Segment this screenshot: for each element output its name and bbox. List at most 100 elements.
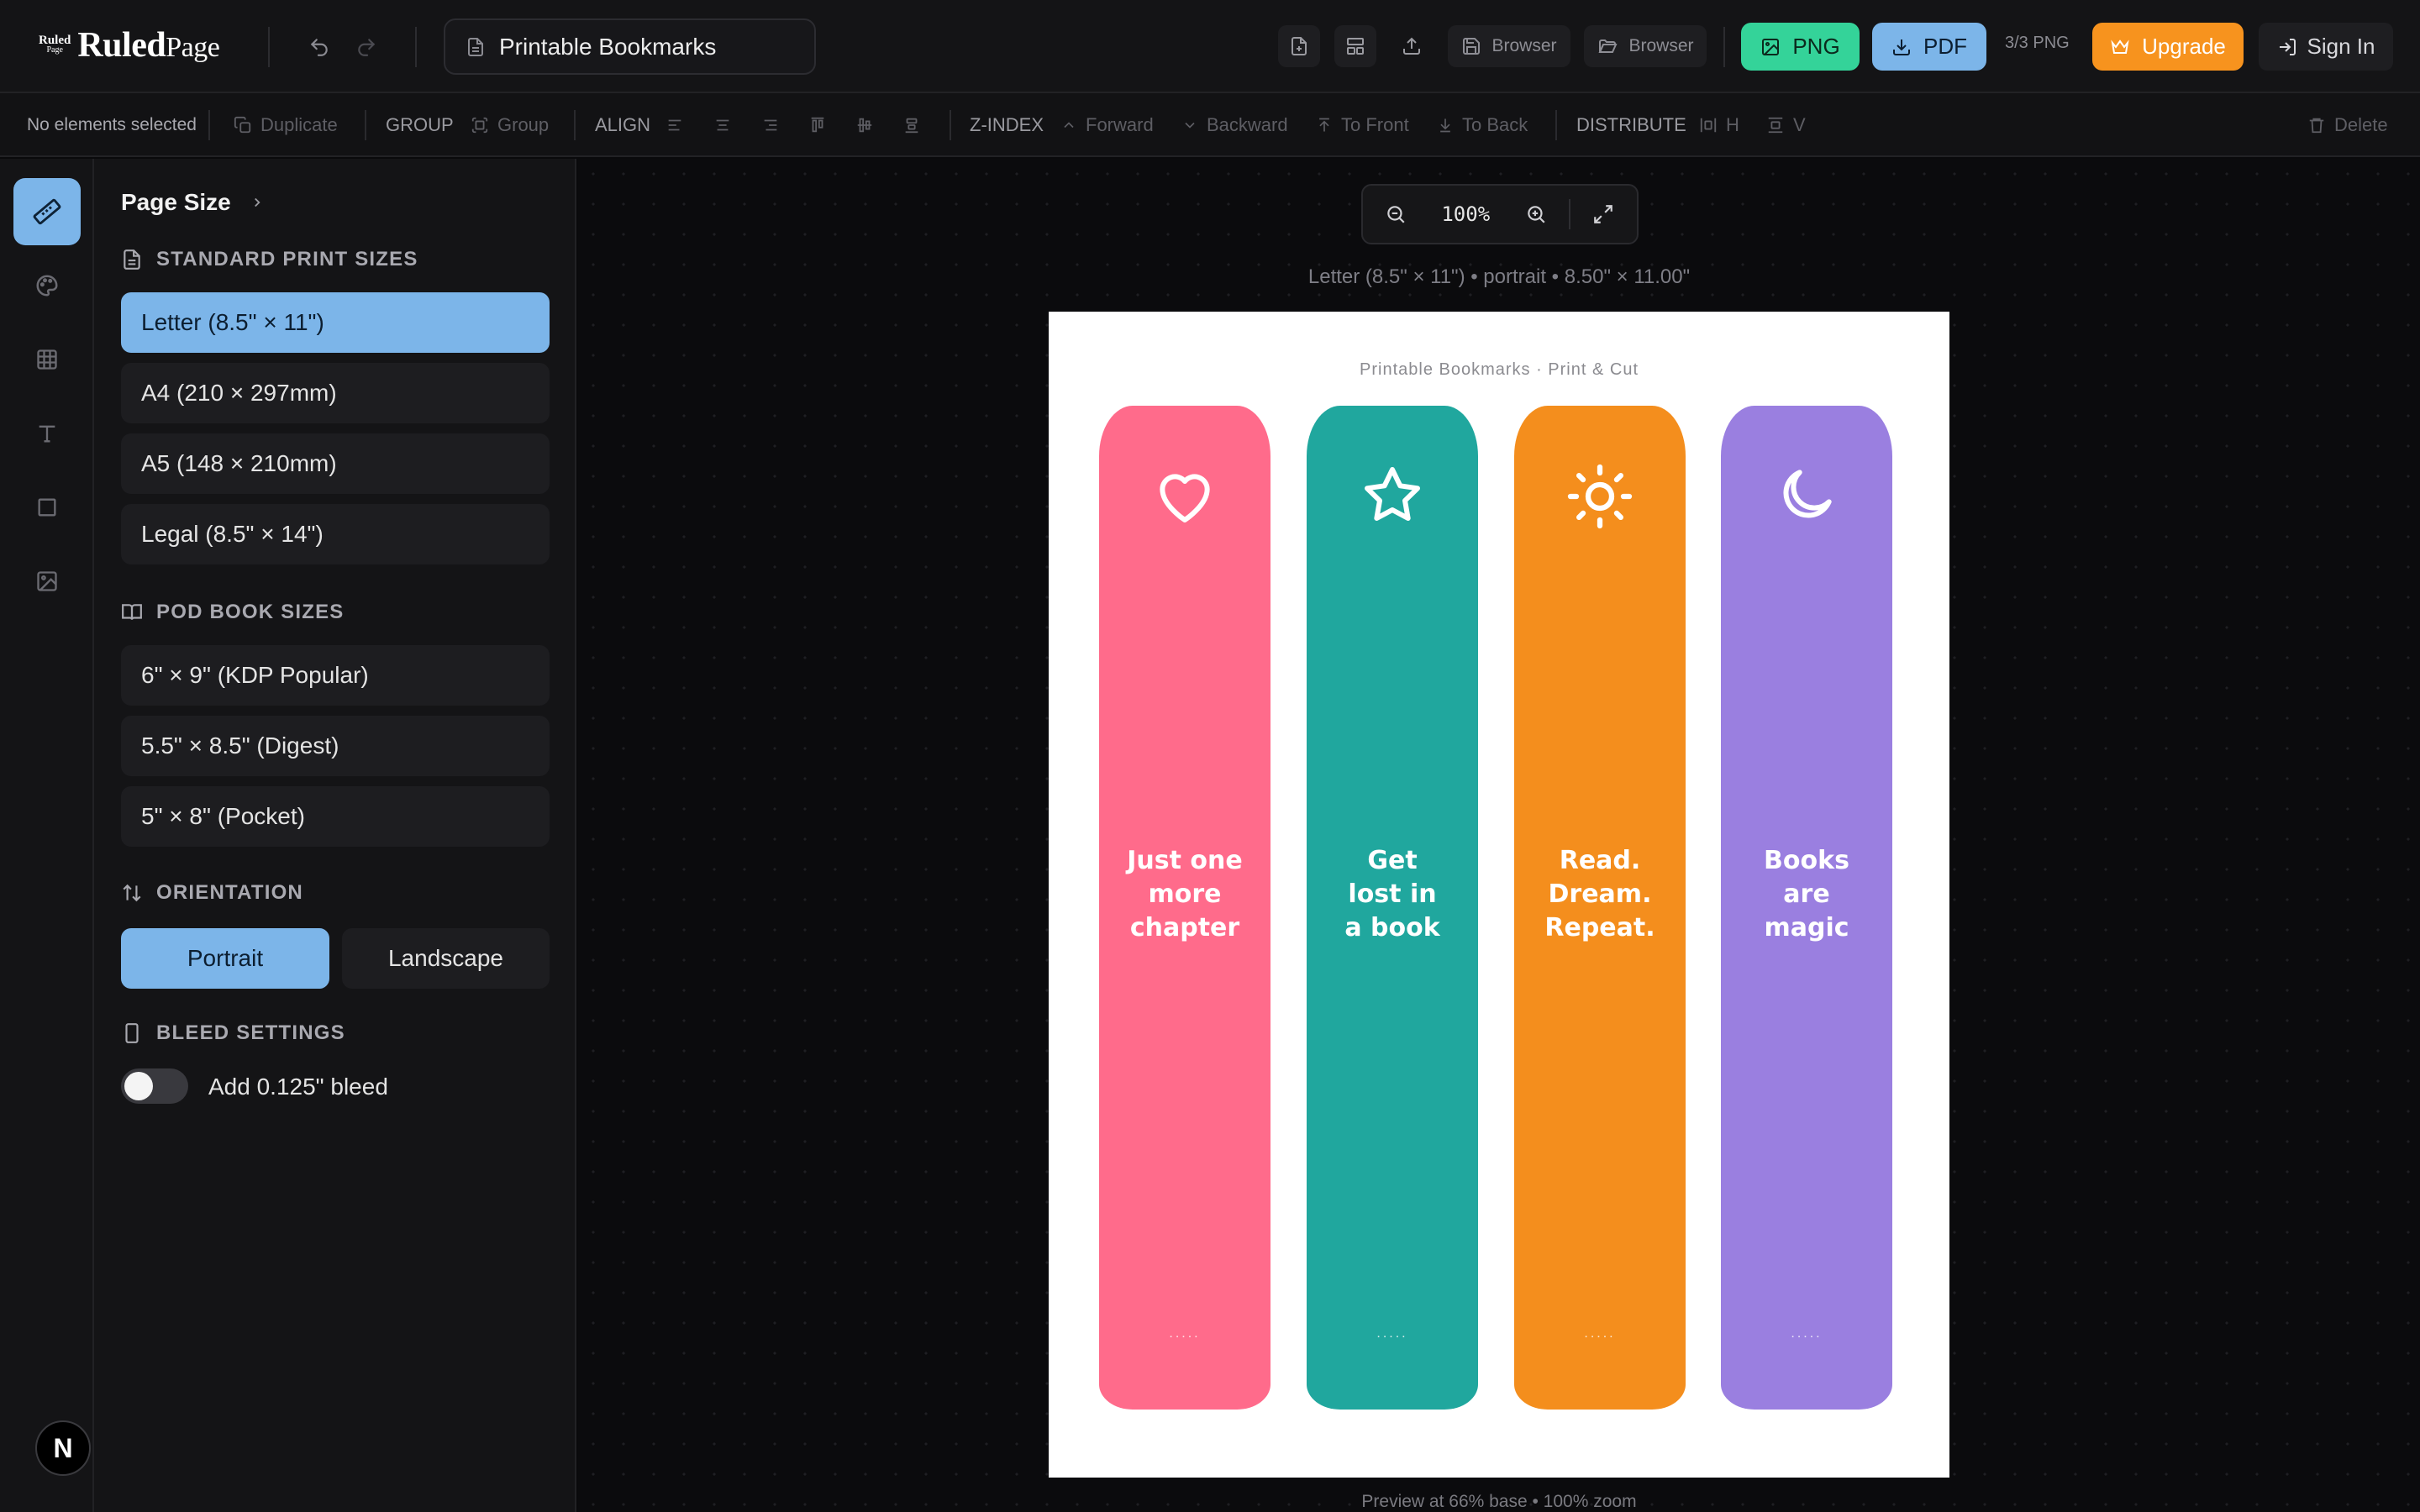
duplicate-button[interactable]: Duplicate — [234, 93, 338, 157]
trash-icon — [2309, 118, 2324, 134]
align-center-icon — [716, 119, 729, 131]
document-icon — [124, 249, 140, 270]
expand-icon — [1594, 205, 1613, 223]
layout-icon — [1347, 38, 1364, 55]
divider — [1555, 110, 1557, 140]
align-bottom-button[interactable] — [902, 93, 921, 157]
landscape-button[interactable]: Landscape — [342, 928, 550, 989]
divider — [268, 27, 270, 67]
theme-tool-button[interactable] — [13, 252, 81, 319]
chevron-up-icon — [1064, 122, 1074, 129]
redo-icon — [358, 39, 376, 56]
pod-sizes-heading: POD BOOK SIZES — [121, 601, 345, 624]
size-option-a5[interactable]: A5 (148 × 210mm) — [121, 433, 550, 494]
to-front-button[interactable]: To Front — [1316, 93, 1409, 157]
export-pdf-button[interactable]: PDF — [1872, 23, 1986, 71]
align-left-button[interactable] — [666, 93, 684, 157]
sign-in-button[interactable]: Sign In — [2259, 23, 2393, 71]
bookmark[interactable]: Get lost in a book ..... — [1307, 406, 1478, 1410]
group-button[interactable]: Group — [471, 93, 549, 157]
bleed-label: Add 0.125" bleed — [208, 1074, 388, 1100]
bookmark[interactable]: Books are magic ..... — [1721, 406, 1892, 1410]
logo-wordmark: RuledPage — [77, 26, 220, 65]
align-right-button[interactable] — [761, 93, 780, 157]
align-top-icon — [811, 117, 824, 133]
zoom-out-button[interactable] — [1363, 203, 1428, 225]
file-plus-icon — [1292, 37, 1307, 55]
to-back-button[interactable]: To Back — [1437, 93, 1528, 157]
templates-button[interactable] — [1334, 25, 1376, 67]
size-option-6x9[interactable]: 6" × 9" (KDP Popular) — [121, 645, 550, 706]
arrow-down-to-line-icon — [1440, 118, 1450, 133]
text-tool-button[interactable] — [13, 400, 81, 467]
text-icon — [39, 425, 55, 443]
arrow-up-to-line-icon — [1319, 118, 1329, 132]
chevron-down-icon — [1185, 122, 1195, 129]
distribute-vertical-button[interactable]: V — [1766, 93, 1806, 157]
size-option-legal[interactable]: Legal (8.5" × 14") — [121, 504, 550, 564]
bring-forward-button[interactable]: Forward — [1060, 93, 1154, 157]
page-size-tool-button[interactable] — [13, 178, 81, 245]
shape-tool-button[interactable] — [13, 474, 81, 541]
distribute-vertical-icon — [1768, 117, 1783, 134]
redo-button[interactable] — [350, 30, 383, 64]
save-to-browser-button[interactable]: Browser — [1448, 25, 1570, 67]
size-option-pocket[interactable]: 5" × 8" (Pocket) — [121, 786, 550, 847]
crown-icon — [2111, 39, 2129, 54]
image-tool-button[interactable] — [13, 548, 81, 615]
sign-in-icon — [2279, 38, 2296, 55]
size-option-a4[interactable]: A4 (210 × 297mm) — [121, 363, 550, 423]
bleed-heading: BLEED SETTINGS — [121, 1021, 345, 1045]
export-button[interactable] — [1391, 25, 1433, 67]
sun-icon — [1567, 464, 1633, 529]
document-name: Printable Bookmarks — [499, 33, 717, 60]
folder-open-icon — [1598, 39, 1618, 53]
selection-status: No elements selected — [27, 115, 197, 134]
fullscreen-button[interactable] — [1570, 203, 1638, 225]
group-heading: GROUP — [386, 114, 454, 135]
user-avatar[interactable]: N — [35, 1420, 91, 1476]
panel-title[interactable]: Page Size — [121, 189, 265, 216]
book-open-icon — [122, 604, 142, 620]
align-center-button[interactable] — [713, 93, 732, 157]
upload-icon — [1403, 37, 1420, 55]
align-middle-icon — [857, 118, 872, 133]
export-png-button[interactable]: PNG — [1741, 23, 1860, 71]
heart-icon — [1160, 474, 1210, 522]
design-page[interactable]: Printable Bookmarks · Print & Cut Just o… — [1049, 312, 1949, 1478]
new-document-button[interactable] — [1278, 25, 1320, 67]
bookmark[interactable]: Just one more chapter ..... — [1099, 406, 1270, 1410]
page-info: Letter (8.5" × 11") • portrait • 8.50" ×… — [1307, 265, 1691, 288]
distribute-horizontal-button[interactable]: H — [1699, 93, 1739, 157]
bookmark-text: Books are magic — [1764, 846, 1849, 942]
grid-icon — [37, 349, 57, 370]
align-middle-button[interactable] — [855, 93, 874, 157]
open-from-browser-button[interactable]: Browser — [1584, 25, 1707, 67]
divider — [365, 110, 366, 140]
bookmark[interactable]: Read. Dream. Repeat. ..... — [1514, 406, 1686, 1410]
bleed-toggle[interactable] — [121, 1068, 188, 1104]
divider — [574, 110, 576, 140]
document-name-field[interactable]: Printable Bookmarks — [444, 18, 816, 75]
page-header-text[interactable]: Printable Bookmarks · Print & Cut — [1049, 360, 1949, 380]
document-icon — [468, 37, 483, 56]
undo-button[interactable] — [302, 30, 336, 64]
page-size-panel: Page Size STANDARD PRINT SIZES Letter (8… — [94, 159, 576, 1512]
align-top-button[interactable] — [808, 93, 827, 157]
zoom-in-icon — [1528, 206, 1545, 223]
upgrade-button[interactable]: Upgrade — [2092, 23, 2244, 71]
arrange-toolbar: No elements selected Duplicate GROUP Gro… — [0, 93, 2420, 157]
png-quota: 3/3 PNG — [2005, 34, 2070, 52]
moon-icon — [1783, 470, 1832, 518]
chevron-right-icon — [254, 197, 260, 207]
grid-tool-button[interactable] — [13, 326, 81, 393]
zoom-in-button[interactable] — [1503, 203, 1569, 225]
preview-note: Preview at 66% base • 100% zoom — [1361, 1492, 1637, 1511]
app-logo[interactable]: Ruled Page RuledPage — [39, 25, 220, 66]
save-icon — [1463, 38, 1481, 55]
delete-button[interactable]: Delete — [2307, 93, 2388, 157]
size-option-digest[interactable]: 5.5" × 8.5" (Digest) — [121, 716, 550, 776]
portrait-button[interactable]: Portrait — [121, 928, 329, 989]
size-option-letter[interactable]: Letter (8.5" × 11") — [121, 292, 550, 353]
send-backward-button[interactable]: Backward — [1181, 93, 1288, 157]
